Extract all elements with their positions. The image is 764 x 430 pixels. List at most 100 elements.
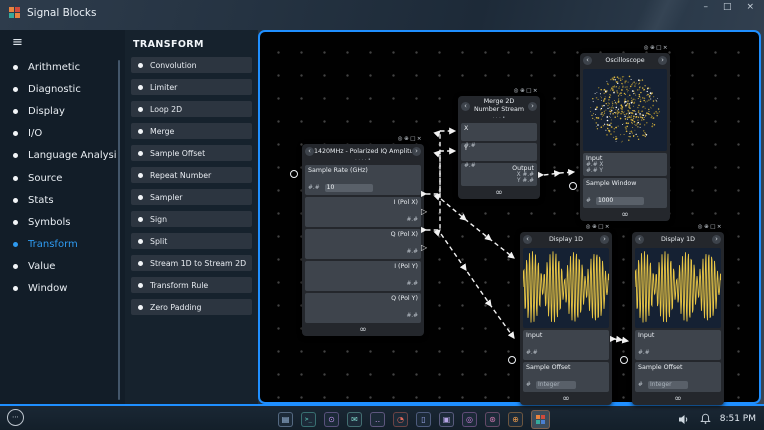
prev-page-button[interactable]: ‹ [635, 235, 644, 244]
node-canvas[interactable]: ◎⊕□× ‹ 1420MHz - Polarized IQ Amplitudes… [258, 30, 761, 404]
node-window-icons[interactable]: ◎⊕□× [698, 224, 723, 230]
output-port-i-pol-y[interactable]: ▶ [421, 225, 427, 235]
close-button[interactable]: × [746, 2, 754, 12]
sidebar-item-stats[interactable]: Stats [0, 189, 125, 211]
block-item-sampler[interactable]: Sampler [131, 189, 252, 205]
block-item-loop-2d[interactable]: Loop 2D [131, 101, 252, 117]
output-row-q-pol-x: Q (Pol X)#.# [305, 229, 421, 259]
prev-page-button[interactable]: ‹ [305, 147, 314, 156]
next-page-button[interactable]: › [600, 235, 609, 244]
block-item-zero-padding[interactable]: Zero Padding [131, 299, 252, 315]
node-source-1420mhz[interactable]: ◎⊕□× ‹ 1420MHz - Polarized IQ Amplitudes… [302, 144, 424, 336]
sample-window-input[interactable] [596, 197, 644, 205]
node-display-1d-a[interactable]: ◎⊕□× ‹ Display 1D › Input#.# Sample Offs… [520, 232, 612, 405]
sidebar-item-language-analysis[interactable]: Language Analysi [0, 145, 125, 167]
bullet-icon [13, 220, 18, 225]
sidebar-scrollbar[interactable] [118, 60, 120, 400]
reel-icon[interactable]: ⊛ [485, 412, 500, 427]
block-item-limiter[interactable]: Limiter [131, 79, 252, 95]
prev-page-button[interactable]: ‹ [523, 235, 532, 244]
target-icon[interactable]: ◎ [462, 412, 477, 427]
next-page-button[interactable]: › [528, 102, 537, 111]
chat-icon[interactable]: ‥ [370, 412, 385, 427]
input-port-sample-offset-b[interactable] [620, 356, 628, 364]
sample-offset-input[interactable] [536, 381, 576, 389]
sample-offset-row: Sample Offset # [523, 362, 609, 392]
input-port-sample-offset-a[interactable] [508, 356, 516, 364]
node-window-icons[interactable]: ◎⊕□× [514, 88, 539, 94]
next-page-button[interactable]: › [412, 147, 421, 156]
file-manager-icon[interactable]: ▤ [278, 412, 293, 427]
bullet-icon [138, 129, 143, 134]
mail-icon[interactable]: ✉ [347, 412, 362, 427]
bullet-icon [138, 173, 143, 178]
prev-page-button[interactable]: ‹ [583, 56, 592, 65]
block-item-transform-rule[interactable]: Transform Rule [131, 277, 252, 293]
media-capsule-icon[interactable]: ⊙ [324, 412, 339, 427]
output-port-q-pol-y[interactable]: ▷ [421, 243, 427, 253]
page-dots: · · · · • [302, 158, 424, 163]
node-merge-2d[interactable]: ◎⊕□× ‹ Merge 2DNumber Stream › · · · • X… [458, 96, 540, 199]
block-item-sign[interactable]: Sign [131, 211, 252, 227]
node-window-icons[interactable]: ◎⊕□× [398, 136, 423, 142]
output-port-q-pol-x[interactable]: ▷ [421, 207, 427, 217]
web-browser-icon[interactable]: ⊕ [508, 412, 523, 427]
node-oscilloscope[interactable]: ◎⊕□× ‹ Oscilloscope › Input #.# X #.# Y … [580, 53, 670, 221]
loop-icon[interactable]: ∞ [632, 394, 724, 405]
sidebar-item-io[interactable]: I/O [0, 123, 125, 145]
input-port-sample-window[interactable] [569, 182, 577, 190]
bullet-icon [138, 239, 143, 244]
block-item-sample-offset[interactable]: Sample Offset [131, 145, 252, 161]
sample-offset-input[interactable] [648, 381, 688, 389]
input-port-sample-rate[interactable] [290, 170, 298, 178]
taskbar: ⋯ ▤ >_ ⊙ ✉ ‥ ◔ ▯ ▣ ◎ ⊛ ⊕ 8:51 PM [0, 404, 764, 430]
block-item-split[interactable]: Split [131, 233, 252, 249]
node-display-1d-b[interactable]: ◎⊕□× ‹ Display 1D › Input#.# Sample Offs… [632, 232, 724, 405]
block-item-stream-1d-to-2d[interactable]: Stream 1D to Stream 2D [131, 255, 252, 271]
sidebar-item-diagnostic[interactable]: Diagnostic [0, 78, 125, 100]
block-item-merge[interactable]: Merge [131, 123, 252, 139]
block-item-repeat-number[interactable]: Repeat Number [131, 167, 252, 183]
volume-icon[interactable] [678, 414, 691, 425]
signal-blocks-app-icon[interactable] [531, 410, 550, 429]
loop-icon[interactable]: ∞ [302, 325, 424, 336]
sidebar-item-display[interactable]: Display [0, 100, 125, 122]
media-viewer-icon[interactable]: ▣ [439, 412, 454, 427]
block-item-convolution[interactable]: Convolution [131, 57, 252, 73]
maximize-button[interactable]: □ [723, 2, 732, 12]
prev-page-button[interactable]: ‹ [461, 102, 470, 111]
bullet-icon [13, 242, 18, 247]
output-port-i-pol-x[interactable]: ▶ [421, 189, 427, 199]
app-launcher-button[interactable]: ⋯ [7, 409, 24, 426]
loop-icon[interactable]: ∞ [520, 394, 612, 405]
node-title: Display 1D [532, 236, 600, 243]
next-page-button[interactable]: › [712, 235, 721, 244]
waveform-plot [523, 248, 609, 326]
node-window-icons[interactable]: ◎⊕□× [586, 224, 611, 230]
notes-icon[interactable]: ▯ [416, 412, 431, 427]
output-port-merge[interactable]: ▶ [538, 170, 544, 180]
menu-icon[interactable]: ≡ [12, 35, 23, 50]
node-window-icons[interactable]: ◎⊕□× [644, 45, 669, 51]
sidebar-item-value[interactable]: Value [0, 256, 125, 278]
sidebar-item-arithmetic[interactable]: Arithmetic [0, 56, 125, 78]
sample-window-row: Sample Window # [583, 178, 667, 208]
loop-icon[interactable]: ∞ [580, 210, 670, 221]
sample-rate-input[interactable] [325, 184, 373, 192]
sidebar-item-transform[interactable]: Transform [0, 234, 125, 256]
transform-panel: TRANSFORM Convolution Limiter Loop 2D Me… [125, 30, 258, 404]
notifications-bell-icon[interactable] [700, 413, 711, 425]
sidebar-item-window[interactable]: Window [0, 278, 125, 300]
output-row-i-pol-y: I (Pol Y)#.# [305, 261, 421, 291]
sidebar: ≡ Arithmetic Diagnostic Display I/O Lang… [0, 30, 125, 404]
next-page-button[interactable]: › [658, 56, 667, 65]
input-row: Input#.# [523, 330, 609, 360]
timer-icon[interactable]: ◔ [393, 412, 408, 427]
sidebar-item-symbols[interactable]: Symbols [0, 211, 125, 233]
loop-icon[interactable]: ∞ [458, 188, 540, 199]
terminal-icon[interactable]: >_ [301, 412, 316, 427]
minimize-button[interactable]: – [703, 2, 708, 12]
sidebar-item-source[interactable]: Source [0, 167, 125, 189]
tray-clock[interactable]: 8:51 PM [720, 414, 756, 424]
output-port-display-a[interactable]: ▶ [610, 334, 616, 344]
